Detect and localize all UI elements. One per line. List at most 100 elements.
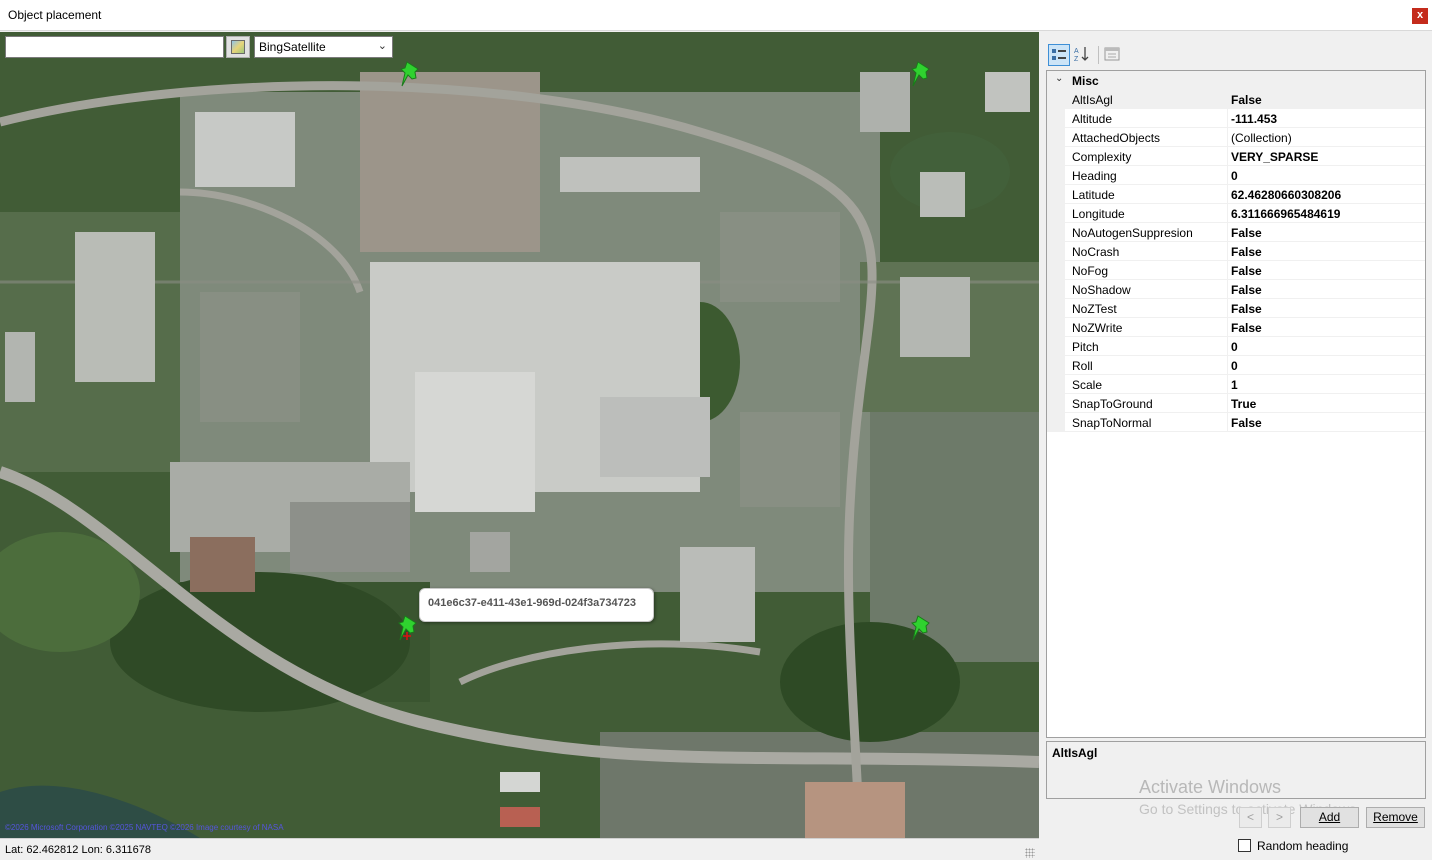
- property-name[interactable]: Complexity: [1072, 150, 1227, 164]
- property-name[interactable]: Scale: [1072, 378, 1227, 392]
- property-name[interactable]: Pitch: [1072, 340, 1227, 354]
- property-grid[interactable]: ⌄ Misc AltIsAgl False Altitude -111.453 Atta…: [1046, 70, 1426, 738]
- property-row[interactable]: Roll 0: [1047, 356, 1425, 375]
- property-row[interactable]: NoZTest False: [1047, 299, 1425, 318]
- property-value[interactable]: False: [1231, 283, 1262, 297]
- imagery-layer-select[interactable]: BingSatellite ⌄: [254, 36, 393, 58]
- search-input[interactable]: [5, 36, 224, 58]
- property-name[interactable]: Altitude: [1072, 112, 1227, 126]
- property-value[interactable]: True: [1231, 397, 1256, 411]
- column-divider[interactable]: [1227, 128, 1228, 147]
- pushpin-icon[interactable]: [910, 614, 936, 644]
- property-name[interactable]: AltIsAgl: [1072, 93, 1227, 107]
- property-pages-button[interactable]: [1102, 44, 1124, 66]
- column-divider[interactable]: [1227, 242, 1228, 261]
- property-name[interactable]: Longitude: [1072, 207, 1227, 221]
- property-name[interactable]: NoShadow: [1072, 283, 1227, 297]
- close-button[interactable]: x: [1412, 8, 1428, 24]
- row-gutter: [1047, 242, 1065, 261]
- remove-button[interactable]: Remove: [1366, 807, 1425, 828]
- column-divider[interactable]: [1227, 299, 1228, 318]
- map-view[interactable]: BingSatellite ⌄ 041e6c37-e411-43e1-969d-…: [0, 32, 1039, 838]
- property-value[interactable]: False: [1231, 226, 1262, 240]
- activation-watermark-title: Activate Windows: [1139, 777, 1282, 797]
- resize-grip-icon[interactable]: [1025, 848, 1035, 858]
- add-button[interactable]: Add: [1300, 807, 1359, 828]
- property-name[interactable]: AttachedObjects: [1072, 131, 1227, 145]
- column-divider[interactable]: [1227, 413, 1228, 432]
- column-divider[interactable]: [1227, 261, 1228, 280]
- column-divider[interactable]: [1227, 223, 1228, 242]
- property-row[interactable]: NoAutogenSuppresion False: [1047, 223, 1425, 242]
- row-gutter: [1047, 147, 1065, 166]
- categorized-view-button[interactable]: [1048, 44, 1070, 66]
- column-divider[interactable]: [1227, 356, 1228, 375]
- column-divider[interactable]: [1227, 90, 1228, 109]
- column-divider[interactable]: [1227, 147, 1228, 166]
- row-gutter: [1047, 413, 1065, 432]
- property-row[interactable]: Altitude -111.453: [1047, 109, 1425, 128]
- property-value[interactable]: (Collection): [1231, 131, 1292, 145]
- property-value[interactable]: VERY_SPARSE: [1231, 150, 1318, 164]
- property-name[interactable]: SnapToGround: [1072, 397, 1227, 411]
- property-name[interactable]: Heading: [1072, 169, 1227, 183]
- alphabetical-view-button[interactable]: A Z: [1072, 44, 1094, 66]
- property-row[interactable]: AltIsAgl False: [1047, 90, 1425, 109]
- column-divider[interactable]: [1227, 337, 1228, 356]
- search-button[interactable]: [226, 36, 250, 58]
- property-value[interactable]: 0: [1231, 340, 1238, 354]
- column-divider[interactable]: [1227, 109, 1228, 128]
- crosshair-icon: [403, 632, 411, 640]
- property-row[interactable]: Longitude 6.311666965484619: [1047, 204, 1425, 223]
- property-name[interactable]: SnapToNormal: [1072, 416, 1227, 430]
- property-row[interactable]: NoZWrite False: [1047, 318, 1425, 337]
- next-button[interactable]: >: [1268, 807, 1291, 828]
- property-value[interactable]: 1: [1231, 378, 1238, 392]
- row-gutter: [1047, 166, 1065, 185]
- property-name[interactable]: NoAutogenSuppresion: [1072, 226, 1227, 240]
- property-value[interactable]: 0: [1231, 169, 1238, 183]
- property-value[interactable]: False: [1231, 93, 1262, 107]
- property-value[interactable]: 0: [1231, 359, 1238, 373]
- property-value[interactable]: False: [1231, 302, 1262, 316]
- map-copyright: ©2026 Microsoft Corporation ©2025 NAVTEQ…: [5, 823, 284, 832]
- property-row[interactable]: SnapToNormal False: [1047, 413, 1425, 432]
- property-value[interactable]: -111.453: [1231, 112, 1277, 126]
- property-row[interactable]: Latitude 62.46280660308206: [1047, 185, 1425, 204]
- column-divider[interactable]: [1227, 166, 1228, 185]
- column-divider[interactable]: [1227, 204, 1228, 223]
- property-name[interactable]: NoCrash: [1072, 245, 1227, 259]
- property-name[interactable]: Roll: [1072, 359, 1227, 373]
- property-row[interactable]: Scale 1: [1047, 375, 1425, 394]
- pushpin-icon[interactable]: [399, 60, 425, 90]
- property-value[interactable]: 62.46280660308206: [1231, 188, 1341, 202]
- category-misc[interactable]: ⌄ Misc: [1047, 71, 1425, 90]
- column-divider[interactable]: [1227, 394, 1228, 413]
- row-gutter: [1047, 299, 1065, 318]
- property-row[interactable]: Pitch 0: [1047, 337, 1425, 356]
- column-divider[interactable]: [1227, 318, 1228, 337]
- property-row[interactable]: NoCrash False: [1047, 242, 1425, 261]
- random-heading-checkbox[interactable]: [1238, 839, 1251, 852]
- property-row[interactable]: AttachedObjects (Collection): [1047, 128, 1425, 147]
- property-row[interactable]: SnapToGround True: [1047, 394, 1425, 413]
- column-divider[interactable]: [1227, 375, 1228, 394]
- pushpin-icon[interactable]: [910, 60, 936, 90]
- property-name[interactable]: NoZWrite: [1072, 321, 1227, 335]
- property-row[interactable]: NoFog False: [1047, 261, 1425, 280]
- column-divider[interactable]: [1227, 185, 1228, 204]
- property-value[interactable]: False: [1231, 245, 1262, 259]
- previous-button[interactable]: <: [1239, 807, 1262, 828]
- property-value[interactable]: False: [1231, 416, 1262, 430]
- property-value[interactable]: False: [1231, 321, 1262, 335]
- property-row[interactable]: NoShadow False: [1047, 280, 1425, 299]
- property-name[interactable]: NoZTest: [1072, 302, 1227, 316]
- property-row[interactable]: Complexity VERY_SPARSE: [1047, 147, 1425, 166]
- property-value[interactable]: False: [1231, 264, 1262, 278]
- property-name[interactable]: Latitude: [1072, 188, 1227, 202]
- property-name[interactable]: NoFog: [1072, 264, 1227, 278]
- property-value[interactable]: 6.311666965484619: [1231, 207, 1340, 221]
- column-divider[interactable]: [1227, 280, 1228, 299]
- chevron-down-icon[interactable]: ⌄: [1055, 73, 1063, 84]
- property-row[interactable]: Heading 0: [1047, 166, 1425, 185]
